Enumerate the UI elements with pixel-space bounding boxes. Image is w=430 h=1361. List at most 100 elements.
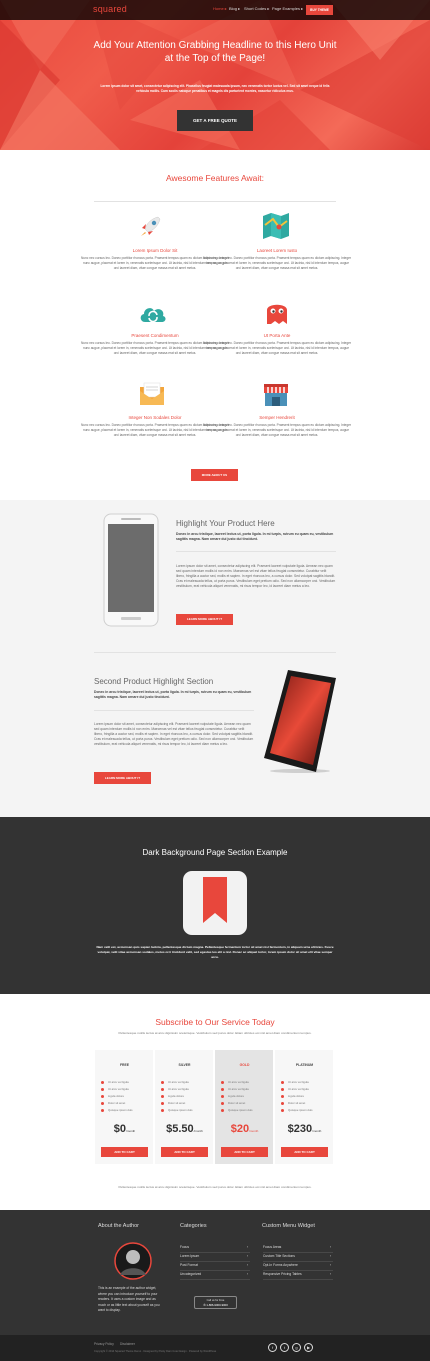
feature-text-6: Nunc nec cursus leo. Donec porttitor rho… [202,423,352,437]
chevron-right-icon: › [330,1263,332,1267]
check-dot-icon [221,1108,224,1112]
copyright: Copyright © 2014 Squared Theme Demo · De… [94,1350,217,1353]
logo[interactable]: squared [93,4,127,14]
plan-feature-item: Quisque ipsum duis [281,1108,313,1112]
footer-menu-link[interactable]: Custom Title Sections [263,1254,295,1258]
plan-feature-item: Ut arcu vel ligula [281,1087,309,1091]
twitter-icon[interactable]: t [280,1343,289,1352]
add-to-cart-button[interactable]: ADD TO CART [101,1147,148,1157]
product2-learn-more-button[interactable]: LEARN MORE ABOUT IT [94,772,151,784]
add-to-cart-button[interactable]: ADD TO CART [281,1147,328,1157]
feature-title-6: Semper Hendrerit [259,415,295,420]
plan-feature-item: Dolor sit amet [101,1101,125,1105]
plan-feature-item: Ut arcu vel ligula [221,1087,249,1091]
check-dot-icon [161,1094,164,1098]
feature-text-4: Nunc nec cursus leo. Donec porttitor rho… [202,341,352,355]
check-dot-icon [281,1108,284,1112]
check-dot-icon [281,1101,284,1105]
divider [94,201,336,202]
divider [180,1261,250,1262]
chevron-right-icon: › [330,1272,332,1276]
phone-image [103,513,159,627]
plan-feature-item: Dolor sit amet [281,1101,305,1105]
plan-feature-item: Quisque ipsum duis [101,1108,133,1112]
plan-name: GOLD [239,1063,250,1067]
call-label: Call us for Free [206,1299,225,1302]
product1-body: Lorem ipsum dolor sit amet, consectetur … [176,564,336,588]
footer-about-title: About the Author [98,1223,139,1229]
check-dot-icon [161,1108,164,1112]
google-plus-icon[interactable]: g [292,1343,301,1352]
footer-category-link[interactable]: Post Format [180,1263,198,1267]
plan-feature-item: Ligula dolore [101,1094,124,1098]
chevron-right-icon: › [330,1245,332,1249]
get-quote-button[interactable]: GET A FREE QUOTE [177,110,253,131]
plan-feature-item: Ut arcu vel ligula [101,1087,129,1091]
nav-item-page-examples[interactable]: Page Examples ▸ [272,6,303,11]
nav-item-home[interactable]: Home ▸ [213,6,227,11]
footer [0,1210,430,1335]
product1-title: Highlight Your Product Here [176,519,275,528]
feature-title-4: Ut Porta Ante [263,333,291,338]
hero-headline: Add Your Attention Grabbing Headline to … [93,40,337,64]
cloud-sync-icon [140,308,166,323]
check-dot-icon [281,1080,284,1084]
plan-name: FREE [119,1063,130,1067]
ghost-icon [267,304,287,324]
plan-feature-item: Dolor sit amet [161,1101,185,1105]
nav-item-short-codes[interactable]: Short Codes ▸ [244,6,269,11]
check-dot-icon [101,1080,104,1084]
call-number: ✆ 1-866-9000-9000 [203,1303,228,1307]
plan-price: $20/month [230,1123,259,1135]
add-to-cart-button[interactable]: ADD TO CART [221,1147,268,1157]
divider [263,1261,333,1262]
check-dot-icon [101,1108,104,1112]
footer-category-link[interactable]: Lorem Ipsum [180,1254,199,1258]
youtube-icon[interactable]: ▶ [304,1343,313,1352]
plan-name: PLATINUM [295,1063,314,1067]
plan-feature-item: Ligula dolore [161,1094,184,1098]
footer-menu-link[interactable]: Responsive Pricing Tables [263,1272,302,1276]
bookmark-icon [183,871,247,935]
call-us-button[interactable]: Call us for Free ✆ 1-866-9000-9000 [194,1296,237,1309]
check-dot-icon [101,1101,104,1105]
map-icon [263,213,289,239]
plan-feature-item: Ut arcu vel ligula [101,1080,129,1084]
nav-item-blog[interactable]: Blog ▸ [229,6,240,11]
feature-title-2: Laoreet Lorem Iusto [256,248,298,253]
footer-category-link[interactable]: Uncategorized [180,1272,201,1276]
plan-feature-item: Quisque ipsum duis [221,1108,253,1112]
footer-menu-link[interactable]: Focus Areas [263,1245,281,1249]
facebook-icon[interactable]: f [268,1343,277,1352]
check-dot-icon [101,1094,104,1098]
check-dot-icon [221,1080,224,1084]
footer-menu-link[interactable]: Opt-In Forms Anywhere [263,1263,298,1267]
plan-feature-item: Ut arcu vel ligula [161,1087,189,1091]
product1-learn-more-button[interactable]: LEARN MORE ABOUT IT [176,614,233,625]
plan-price: $230/month [287,1123,322,1135]
divider [176,551,336,552]
pricing-note: Pellentesque mollis lectus at arcu digni… [118,1185,312,1189]
product-section [0,500,430,817]
tablet-image [264,670,336,773]
add-to-cart-button[interactable]: ADD TO CART [161,1147,208,1157]
footer-about-text: This is an example of the author widget,… [98,1286,160,1312]
footer-category-link[interactable]: Focus [180,1245,189,1249]
check-dot-icon [281,1094,284,1098]
pricing-title: Subscribe to Our Service Today [155,1017,275,1027]
plan-name: SILVER [178,1063,191,1067]
footer-link-privacy[interactable]: Privacy Policy [94,1342,114,1346]
plan-feature-item: Ligula dolore [221,1094,244,1098]
plan-price: $5.50/month [166,1123,203,1135]
buy-theme-button[interactable]: BUY THEME [306,5,333,15]
footer-link-disclaimer[interactable]: Disclaimer [120,1342,135,1346]
divider [180,1270,250,1271]
divider [263,1279,333,1280]
more-about-us-button[interactable]: MORE ABOUT US [191,469,238,481]
divider [94,710,254,711]
check-dot-icon [281,1087,284,1091]
chevron-right-icon: › [247,1245,249,1249]
plan-feature-item: Dolor sit amet [221,1101,245,1105]
product1-lead: Donec in arcu tristique, laoreet lectus … [176,532,334,541]
check-dot-icon [221,1087,224,1091]
